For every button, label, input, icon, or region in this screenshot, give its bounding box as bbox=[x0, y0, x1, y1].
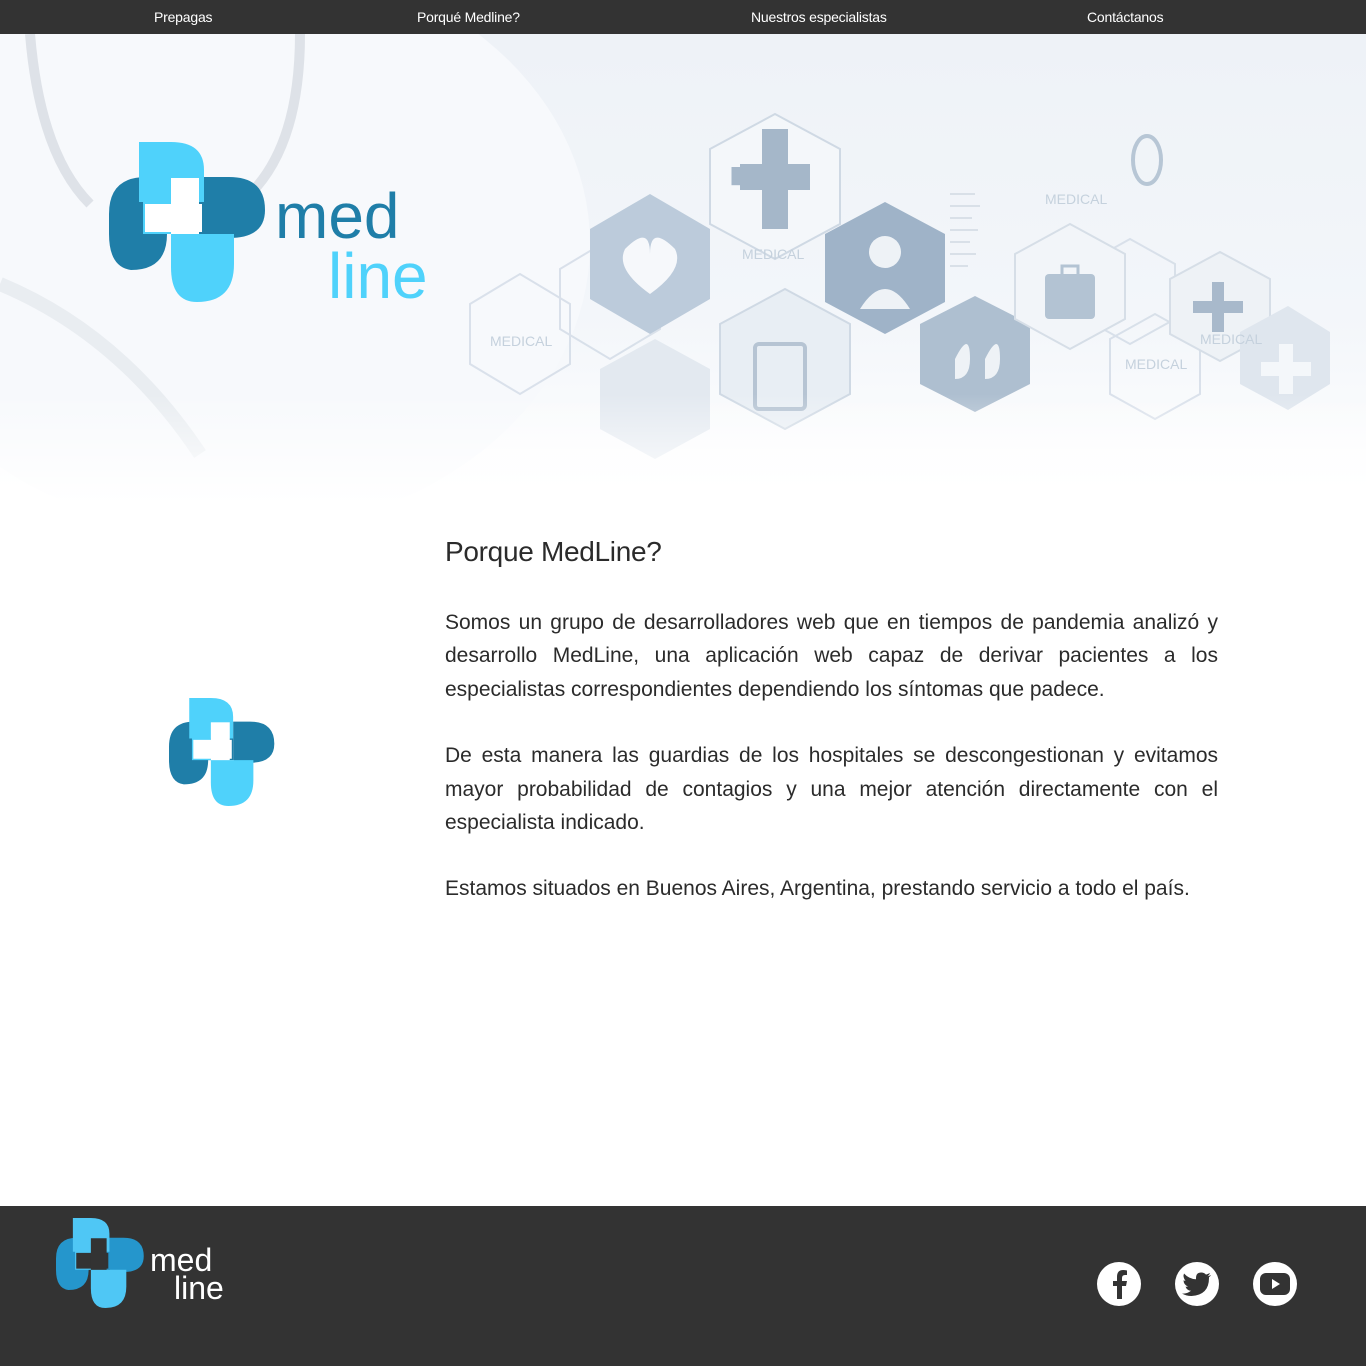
twitter-icon bbox=[1182, 1272, 1211, 1296]
top-nav: Prepagas Porqué Medline? Nuestros especi… bbox=[0, 0, 1366, 34]
illustration-label: MEDICAL bbox=[1045, 191, 1107, 207]
about-section: Porque MedLine? Somos un grupo de desarr… bbox=[445, 536, 1218, 906]
nav-link-porque-medline[interactable]: Porqué Medline? bbox=[417, 9, 520, 25]
youtube-link[interactable] bbox=[1253, 1262, 1297, 1306]
medline-cross-icon bbox=[56, 1218, 144, 1308]
about-paragraph: De esta manera las guardias de los hospi… bbox=[445, 744, 1218, 835]
hero-logo[interactable]: med line bbox=[109, 142, 439, 312]
about-paragraph: Estamos situados en Buenos Aires, Argent… bbox=[445, 877, 1190, 901]
twitter-link[interactable] bbox=[1175, 1262, 1219, 1306]
footer: med line bbox=[0, 1206, 1366, 1366]
logo-word-med: med bbox=[275, 180, 400, 252]
logo-word-line: line bbox=[174, 1270, 224, 1306]
medline-cross-icon bbox=[109, 142, 265, 302]
hero-banner: MEDICAL MEDICAL MEDICAL MEDICAL MEDICAL … bbox=[0, 34, 1366, 504]
medline-cross-icon bbox=[169, 698, 275, 806]
section-title: Porque MedLine? bbox=[445, 536, 662, 567]
illustration-label: MEDICAL bbox=[1200, 331, 1262, 347]
logo-word-line: line bbox=[328, 240, 428, 312]
footer-logo[interactable]: med line bbox=[56, 1218, 236, 1310]
facebook-link[interactable] bbox=[1097, 1262, 1141, 1306]
nav-link-prepagas[interactable]: Prepagas bbox=[154, 9, 213, 25]
illustration-label: MEDICAL bbox=[490, 333, 552, 349]
youtube-icon bbox=[1260, 1273, 1290, 1295]
facebook-icon bbox=[1113, 1270, 1127, 1299]
illustration-label: MEDICAL bbox=[742, 246, 804, 262]
nav-link-especialistas[interactable]: Nuestros especialistas bbox=[751, 9, 887, 25]
illustration-label: MEDICAL bbox=[1125, 356, 1187, 372]
nav-link-contactanos[interactable]: Contáctanos bbox=[1087, 9, 1164, 25]
about-paragraph: Somos un grupo de desarrolladores web qu… bbox=[445, 611, 1218, 701]
